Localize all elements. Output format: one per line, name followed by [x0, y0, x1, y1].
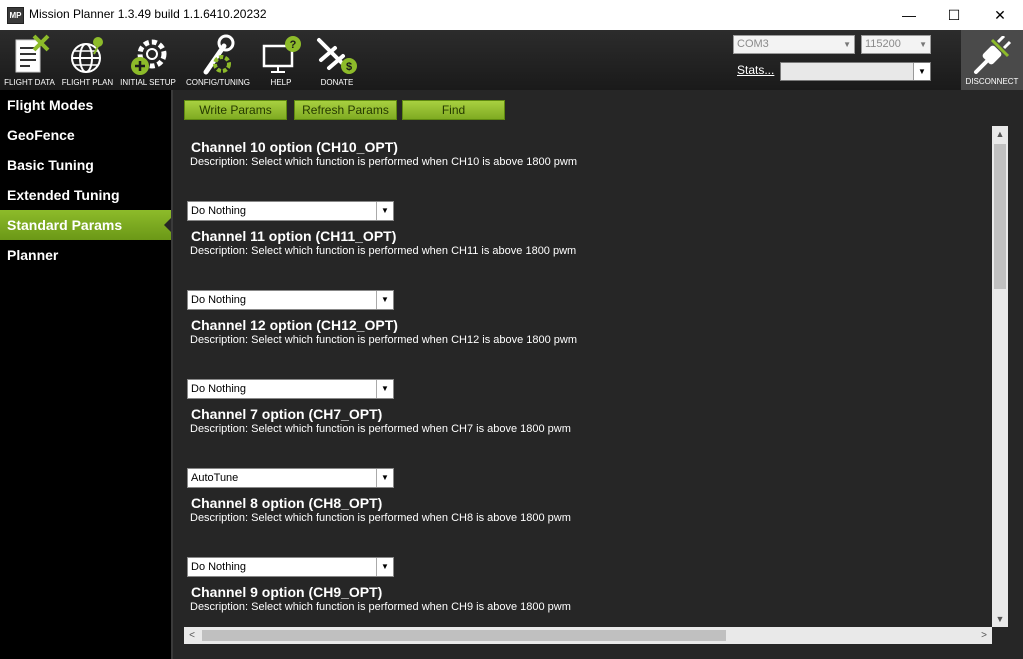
svg-text:$: $ [346, 61, 352, 73]
flight-plan-button[interactable]: FLIGHT PLAN [60, 32, 115, 90]
com-port-value: COM3 [737, 38, 769, 50]
disconnect-button[interactable]: DISCONNECT [961, 30, 1023, 90]
chevron-down-icon: ▼ [376, 291, 393, 309]
disconnect-label: DISCONNECT [965, 77, 1019, 86]
param-value: Do Nothing [191, 205, 247, 217]
param-value: Do Nothing [191, 561, 247, 573]
monitor-question-icon: ? [262, 36, 301, 73]
flight-plan-label: FLIGHT PLAN [61, 78, 114, 87]
close-icon: ✕ [994, 7, 1006, 23]
param-value-select[interactable]: AutoTune ▼ [187, 468, 394, 488]
param-title: Channel 11 option (CH11_OPT) [191, 228, 397, 244]
chevron-down-icon: ▼ [913, 63, 930, 80]
param-title: Channel 10 option (CH10_OPT) [191, 139, 398, 155]
sidebar-item-basic-tuning[interactable]: Basic Tuning [0, 150, 171, 180]
chevron-down-icon: ▼ [919, 40, 927, 49]
donate-label: DONATE [320, 78, 354, 87]
com-port-select[interactable]: COM3 ▼ [733, 35, 855, 54]
horizontal-scrollbar[interactable]: < > [184, 627, 992, 644]
write-params-button[interactable]: Write Params [184, 100, 287, 120]
param-value: Do Nothing [191, 294, 247, 306]
param-description: Description: Select which function is pe… [190, 601, 571, 613]
param-value-select[interactable]: Do Nothing ▼ [187, 557, 394, 577]
config-sidebar: Flight Modes GeoFence Basic Tuning Exten… [0, 90, 171, 659]
sidebar-item-planner[interactable]: Planner [0, 240, 171, 270]
find-button[interactable]: Find [402, 100, 505, 120]
scroll-down-icon[interactable]: ▼ [992, 611, 1008, 627]
svg-text:?: ? [290, 39, 297, 51]
plug-icon [974, 36, 1012, 74]
chevron-down-icon: ▼ [376, 202, 393, 220]
params-list: Channel 10 option (CH10_OPT) Description… [184, 126, 990, 626]
chevron-down-icon: ▼ [843, 40, 851, 49]
gear-plus-icon [131, 39, 167, 75]
help-label: HELP [270, 78, 292, 87]
maximize-button[interactable]: ☐ [931, 0, 977, 30]
param-description: Description: Select which function is pe… [190, 512, 571, 524]
plane-dollar-icon: $ [317, 38, 357, 74]
scroll-right-icon[interactable]: > [976, 627, 992, 644]
config-tuning-button[interactable]: CONFIG/TUNING [185, 32, 251, 90]
scroll-up-icon[interactable]: ▲ [992, 126, 1008, 142]
param-description: Description: Select which function is pe… [190, 423, 571, 435]
flight-data-icon [15, 34, 49, 73]
param-description: Description: Select which function is pe… [190, 156, 578, 168]
param-value-select[interactable]: Do Nothing ▼ [187, 290, 394, 310]
chevron-down-icon: ▼ [376, 469, 393, 487]
baud-rate-select[interactable]: 115200 ▼ [861, 35, 931, 54]
app-icon: MP [7, 7, 24, 24]
param-value: Do Nothing [191, 383, 247, 395]
param-title: Channel 9 option (CH9_OPT) [191, 584, 383, 600]
baud-rate-value: 115200 [865, 38, 901, 50]
minimize-button[interactable]: — [886, 0, 932, 30]
param-title: Channel 7 option (CH7_OPT) [191, 406, 383, 422]
close-button[interactable]: ✕ [977, 0, 1023, 30]
stats-link[interactable]: Stats... [737, 63, 774, 77]
chevron-down-icon: ▼ [376, 380, 393, 398]
sidebar-item-extended-tuning[interactable]: Extended Tuning [0, 180, 171, 210]
initial-setup-label: INITIAL SETUP [120, 78, 176, 87]
sidebar-item-standard-params[interactable]: Standard Params [0, 210, 171, 240]
sidebar-item-flight-modes[interactable]: Flight Modes [0, 90, 171, 120]
window-title: Mission Planner 1.3.49 build 1.1.6410.20… [29, 7, 267, 21]
vertical-scrollbar[interactable]: ▲ ▼ [992, 126, 1008, 627]
chevron-down-icon: ▼ [376, 558, 393, 576]
flight-data-button[interactable]: FLIGHT DATA [2, 32, 57, 90]
donate-button[interactable]: $ DONATE [312, 32, 362, 90]
stats-select[interactable]: ▼ [780, 62, 931, 81]
param-title: Channel 8 option (CH8_OPT) [191, 495, 383, 511]
main-toolbar: FLIGHT DATA FLIGHT PLAN INITIAL SETUP CO… [0, 30, 1023, 90]
sidebar-item-geofence[interactable]: GeoFence [0, 120, 171, 150]
refresh-params-button[interactable]: Refresh Params [294, 100, 397, 120]
scroll-left-icon[interactable]: < [184, 627, 200, 644]
param-title: Channel 12 option (CH12_OPT) [191, 317, 398, 333]
globe-icon [70, 37, 103, 73]
param-value-select[interactable]: Do Nothing ▼ [187, 201, 394, 221]
param-value: AutoTune [191, 472, 239, 484]
wrench-gear-icon [203, 34, 235, 75]
scroll-thumb[interactable] [202, 630, 726, 641]
param-value-select[interactable]: Do Nothing ▼ [187, 379, 394, 399]
initial-setup-button[interactable]: INITIAL SETUP [119, 32, 177, 90]
scroll-thumb[interactable] [994, 144, 1006, 289]
param-description: Description: Select which function is pe… [190, 245, 577, 257]
param-description: Description: Select which function is pe… [190, 334, 578, 346]
help-button[interactable]: ? HELP [255, 32, 307, 90]
flight-data-label: FLIGHT DATA [4, 78, 55, 87]
config-tuning-label: CONFIG/TUNING [186, 78, 250, 87]
minimize-icon: — [902, 7, 916, 23]
title-bar: MP Mission Planner 1.3.49 build 1.1.6410… [0, 0, 1023, 30]
maximize-icon: ☐ [947, 7, 961, 23]
